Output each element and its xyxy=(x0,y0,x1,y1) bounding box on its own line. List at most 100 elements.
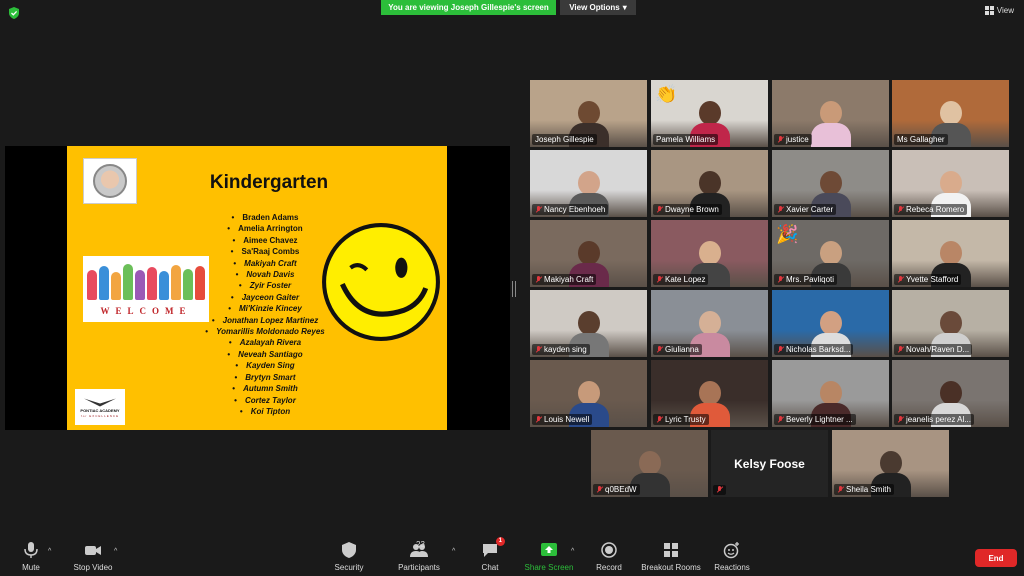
participant-video-tile[interactable]: jeanelis perez Al... xyxy=(892,360,1009,427)
participant-name-label: Giulianna xyxy=(653,344,702,355)
participant-name-label: Beverly Lightner ... xyxy=(774,414,856,425)
participant-name-label: Rebeca Romero xyxy=(894,204,968,215)
view-options-label: View Options xyxy=(569,3,620,12)
student-name: Yomarillis Moldonado Reyes xyxy=(195,326,335,337)
muted-microphone-icon xyxy=(897,415,904,424)
record-button[interactable]: Record xyxy=(593,538,625,576)
participant-name: Louis Newell xyxy=(544,415,590,424)
chat-label: Chat xyxy=(481,563,499,572)
end-meeting-button[interactable]: End xyxy=(975,549,1017,567)
student-name: Jayceon Gaiter xyxy=(195,292,335,303)
participant-name-label: Pamela Williams xyxy=(653,134,719,145)
participant-name-label: justice xyxy=(774,134,812,145)
participant-name: Ms Gallagher xyxy=(897,135,945,144)
participant-name: justice xyxy=(786,135,809,144)
muted-microphone-icon xyxy=(656,205,663,214)
chat-icon: 1 xyxy=(481,537,505,559)
security-button[interactable]: Security xyxy=(333,538,365,576)
split-drag-handle[interactable] xyxy=(512,281,516,297)
chat-button[interactable]: 1 Chat xyxy=(479,537,505,576)
participant-name-label: Nicholas Barksd... xyxy=(774,344,854,355)
participant-video-tile[interactable]: Novah/Raven D... xyxy=(892,290,1009,357)
participant-video-tile[interactable]: Giulianna xyxy=(651,290,768,357)
participant-video-tile[interactable]: Louis Newell xyxy=(530,360,647,427)
participant-name: Makiyah Craft xyxy=(544,275,594,284)
participant-video-tile[interactable]: Beverly Lightner ... xyxy=(772,360,889,427)
student-name: Kayden Sing xyxy=(195,360,335,371)
winking-smiley-icon xyxy=(322,223,440,341)
student-name: Koi Tipton xyxy=(195,406,335,417)
share-options-chevron-icon[interactable]: ^ xyxy=(571,548,574,555)
participant-video-tile[interactable]: Kate Lopez xyxy=(651,220,768,287)
participant-video-tile[interactable]: Nicholas Barksd... xyxy=(772,290,889,357)
student-name: Brytyn Smart xyxy=(195,372,335,383)
participant-name: q0BEdW xyxy=(605,485,637,494)
participant-name-label: Yvette Stafford xyxy=(894,274,962,285)
muted-microphone-icon xyxy=(596,485,603,494)
participant-name-label xyxy=(713,485,726,495)
breakout-rooms-button[interactable]: Breakout Rooms xyxy=(640,538,702,576)
participant-name: Rebeca Romero xyxy=(906,205,965,214)
participant-video-tile[interactable]: Joseph Gillespie xyxy=(530,80,647,147)
grid-view-icon xyxy=(984,6,994,15)
participants-options-chevron-icon[interactable]: ^ xyxy=(452,548,455,555)
share-screen-icon xyxy=(541,543,557,556)
muted-microphone-icon xyxy=(535,275,542,284)
participant-video-tile[interactable]: 👏 Pamela Williams xyxy=(651,80,768,147)
mute-button[interactable]: Mute xyxy=(19,538,43,576)
student-name: Makiyah Craft xyxy=(195,258,335,269)
muted-microphone-icon xyxy=(535,345,542,354)
participant-video-tile[interactable]: Ms Gallagher xyxy=(892,80,1009,147)
participant-name: Xavier Carter xyxy=(786,205,834,214)
muted-microphone-icon xyxy=(535,415,542,424)
meeting-toolbar: Mute ^ Stop Video ^ Security 23 Particip… xyxy=(0,537,1024,576)
muted-microphone-icon xyxy=(837,485,844,494)
participants-count: 23 xyxy=(416,540,425,549)
share-screen-label: Share Screen xyxy=(524,563,574,572)
student-name: Novah Davis xyxy=(195,269,335,280)
muted-microphone-icon xyxy=(656,345,663,354)
participant-video-tile[interactable]: Lyric Trusty xyxy=(651,360,768,427)
student-name: Braden Adams xyxy=(195,212,335,223)
participant-video-tile[interactable]: Yvette Stafford xyxy=(892,220,1009,287)
participant-name-label: Louis Newell xyxy=(532,414,593,425)
student-name: Amelia Arrington xyxy=(195,223,335,234)
audio-options-chevron-icon[interactable]: ^ xyxy=(48,548,51,555)
participant-name-label: Mrs. Pavliqoti xyxy=(774,274,838,285)
participant-name-label: Novah/Raven D... xyxy=(894,344,973,355)
participant-name: Dwayne Brown xyxy=(665,205,719,214)
school-tagline: for EXCELLENCE xyxy=(80,413,120,418)
view-layout-button[interactable]: View xyxy=(984,6,1014,15)
muted-microphone-icon xyxy=(777,415,784,424)
stop-video-label: Stop Video xyxy=(73,563,113,572)
stop-video-button[interactable]: Stop Video xyxy=(70,538,116,576)
participant-name-label: kayden sing xyxy=(532,344,590,355)
participant-video-tile[interactable]: Dwayne Brown xyxy=(651,150,768,217)
muted-microphone-icon xyxy=(535,205,542,214)
participant-name: Beverly Lightner ... xyxy=(786,415,853,424)
participant-video-tile[interactable]: Rebeca Romero xyxy=(892,150,1009,217)
muted-microphone-icon xyxy=(897,205,904,214)
participant-name: Nancy Ebenhoeh xyxy=(544,205,606,214)
reactions-button[interactable]: Reactions xyxy=(714,538,750,576)
participant-video-tile[interactable]: kayden sing xyxy=(530,290,647,357)
participant-video-tile[interactable]: 🎉 Mrs. Pavliqoti xyxy=(772,220,889,287)
participant-video-tile[interactable]: Kelsy Foose xyxy=(711,430,828,497)
participants-button[interactable]: 23 Participants xyxy=(396,538,442,576)
video-options-chevron-icon[interactable]: ^ xyxy=(114,548,117,555)
participant-video-tile[interactable]: q0BEdW xyxy=(591,430,708,497)
participant-name-label: Lyric Trusty xyxy=(653,414,709,425)
encryption-shield-icon[interactable] xyxy=(8,7,20,19)
participant-name-label: Nancy Ebenhoeh xyxy=(532,204,609,215)
participant-video-tile[interactable]: Makiyah Craft xyxy=(530,220,647,287)
share-screen-button[interactable]: Share Screen xyxy=(523,538,575,576)
participant-video-tile[interactable]: Sheila Smith xyxy=(832,430,949,497)
participant-video-tile[interactable]: Nancy Ebenhoeh xyxy=(530,150,647,217)
view-options-button[interactable]: View Options ▾ xyxy=(560,0,636,15)
participant-name-label: Joseph Gillespie xyxy=(532,134,597,145)
participant-video-tile[interactable]: Xavier Carter xyxy=(772,150,889,217)
participant-video-tile[interactable]: justice xyxy=(772,80,889,147)
reactions-smiley-icon xyxy=(723,542,739,559)
student-name: Azalayah Rivera xyxy=(195,337,335,348)
participant-name-label: Xavier Carter xyxy=(774,204,837,215)
